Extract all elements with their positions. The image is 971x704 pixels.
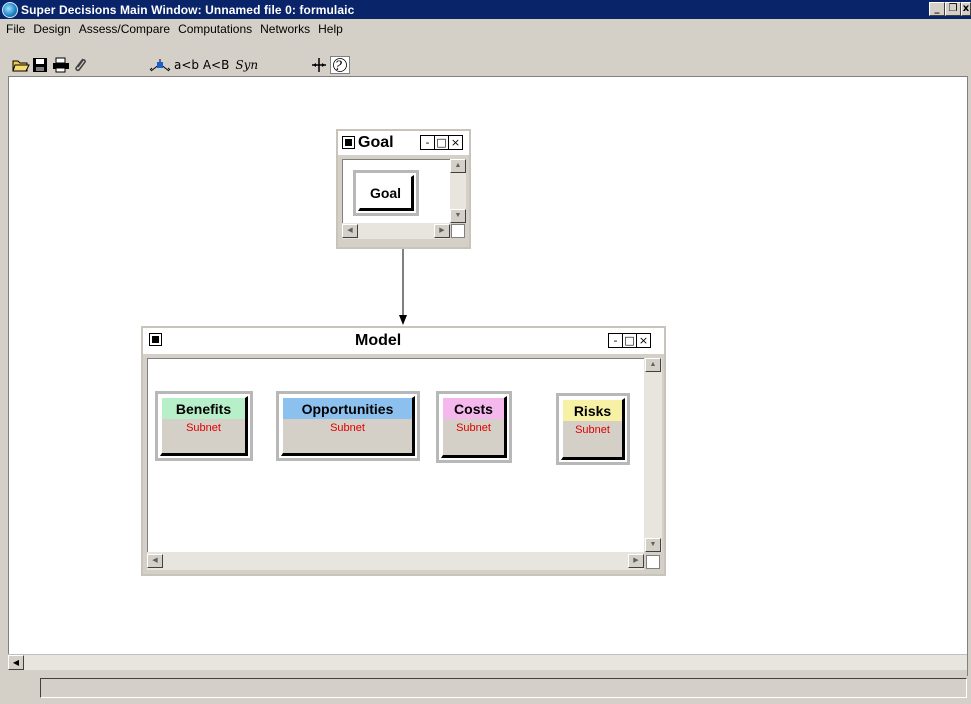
node-label: Benefits: [162, 398, 245, 419]
status-bar: [8, 676, 967, 700]
save-icon[interactable]: [32, 57, 50, 73]
cluster-controls: - □ ×: [608, 333, 651, 348]
menu-design[interactable]: Design: [29, 22, 74, 36]
menu-assess-compare[interactable]: Assess/Compare: [75, 22, 174, 36]
cluster-close-button[interactable]: ×: [636, 333, 651, 348]
node-subnet-label: Subnet: [330, 422, 365, 434]
cluster-maximize-button[interactable]: □: [434, 135, 449, 150]
node-costs[interactable]: Costs Subnet: [436, 391, 512, 463]
window-controls: _ ❐ x: [929, 2, 971, 16]
app-icon[interactable]: [2, 1, 18, 18]
synthesize-label[interactable]: Syn: [235, 58, 258, 72]
cluster-title-bar[interactable]: Model - □ ×: [143, 328, 664, 354]
crosshair-icon[interactable]: [310, 57, 328, 73]
menu-bar: File Design Assess/Compare Computations …: [0, 19, 971, 38]
help-pointer-icon[interactable]: ?: [330, 56, 350, 74]
cluster-minimize-button[interactable]: -: [608, 333, 623, 348]
menu-file[interactable]: File: [2, 22, 29, 36]
minimize-button[interactable]: _: [929, 2, 945, 16]
paperclip-icon[interactable]: [72, 57, 90, 73]
cluster-body[interactable]: Benefits Subnet Opportunities Subnet Cos…: [147, 358, 644, 552]
scroll-left-arrow[interactable]: ◀: [342, 224, 358, 238]
scroll-down-arrow[interactable]: ▼: [450, 209, 466, 223]
window-title: Super Decisions Main Window: Unnamed fil…: [21, 2, 355, 17]
close-button[interactable]: x: [961, 2, 971, 16]
cluster-title-bar[interactable]: Goal - □ ×: [338, 131, 469, 155]
horizontal-scrollbar[interactable]: ◀ ▶: [147, 552, 644, 570]
node-label: Risks: [563, 400, 622, 421]
compare-tools: a<b A<B Syn: [148, 56, 258, 74]
node-label: Costs: [443, 398, 504, 419]
cluster-name: Model: [355, 332, 402, 349]
node-subnet-label: Subnet: [456, 422, 491, 434]
status-field: [40, 678, 967, 698]
cluster-maximize-button[interactable]: □: [622, 333, 637, 348]
cluster-goal[interactable]: Goal - □ × Goal ▲ ▼ ◀ ▶: [336, 129, 471, 249]
vertical-scrollbar[interactable]: ▲ ▼: [450, 159, 466, 223]
main-horizontal-scrollbar[interactable]: ◀: [8, 654, 967, 670]
scroll-right-arrow[interactable]: ▶: [628, 554, 644, 568]
scroll-down-arrow[interactable]: ▼: [645, 538, 661, 552]
open-folder-icon[interactable]: [12, 57, 30, 73]
title-bar: Super Decisions Main Window: Unnamed fil…: [0, 0, 971, 19]
toolbar: a<b A<B Syn ?: [0, 38, 971, 78]
hierarchy-icon[interactable]: [148, 57, 172, 73]
cluster-name: Goal: [358, 134, 394, 151]
network-canvas[interactable]: Goal - □ × Goal ▲ ▼ ◀ ▶ Model - □ × Bene…: [8, 76, 967, 654]
node-benefits[interactable]: Benefits Subnet: [155, 391, 253, 461]
horizontal-scrollbar[interactable]: ◀ ▶: [342, 223, 450, 239]
cluster-menu-icon[interactable]: [342, 136, 355, 149]
node-goal[interactable]: Goal: [353, 170, 419, 216]
scroll-left-arrow[interactable]: ◀: [8, 655, 24, 670]
print-icon[interactable]: [52, 57, 70, 73]
cluster-model[interactable]: Model - □ × Benefits Subnet Opportunitie…: [141, 326, 666, 576]
restore-button[interactable]: ❐: [945, 2, 961, 16]
vertical-scrollbar[interactable]: ▲ ▼: [644, 358, 662, 552]
cluster-close-button[interactable]: ×: [448, 135, 463, 150]
node-opportunities[interactable]: Opportunities Subnet: [276, 391, 420, 461]
cluster-minimize-button[interactable]: -: [420, 135, 435, 150]
menu-networks[interactable]: Networks: [256, 22, 314, 36]
compare-text[interactable]: a<b A<B: [174, 58, 229, 72]
node-subnet-label: Subnet: [186, 422, 221, 434]
node-label: Opportunities: [283, 398, 412, 419]
node-subnet-label: Subnet: [575, 424, 610, 436]
scroll-up-arrow[interactable]: ▲: [450, 159, 466, 173]
right-edge: [967, 76, 971, 676]
resize-corner[interactable]: [646, 555, 660, 569]
resize-corner[interactable]: [451, 224, 465, 238]
file-tools: [12, 56, 92, 74]
cluster-controls: - □ ×: [420, 135, 463, 150]
node-label: Goal: [369, 185, 402, 201]
cluster-body[interactable]: Goal: [342, 159, 450, 223]
node-risks[interactable]: Risks Subnet: [556, 393, 630, 465]
scroll-up-arrow[interactable]: ▲: [645, 358, 661, 372]
menu-help[interactable]: Help: [314, 22, 347, 36]
mode-tools: ?: [310, 56, 352, 74]
menu-computations[interactable]: Computations: [174, 22, 256, 36]
scroll-left-arrow[interactable]: ◀: [147, 554, 163, 568]
scroll-right-arrow[interactable]: ▶: [434, 224, 450, 238]
cluster-menu-icon[interactable]: [149, 333, 162, 346]
